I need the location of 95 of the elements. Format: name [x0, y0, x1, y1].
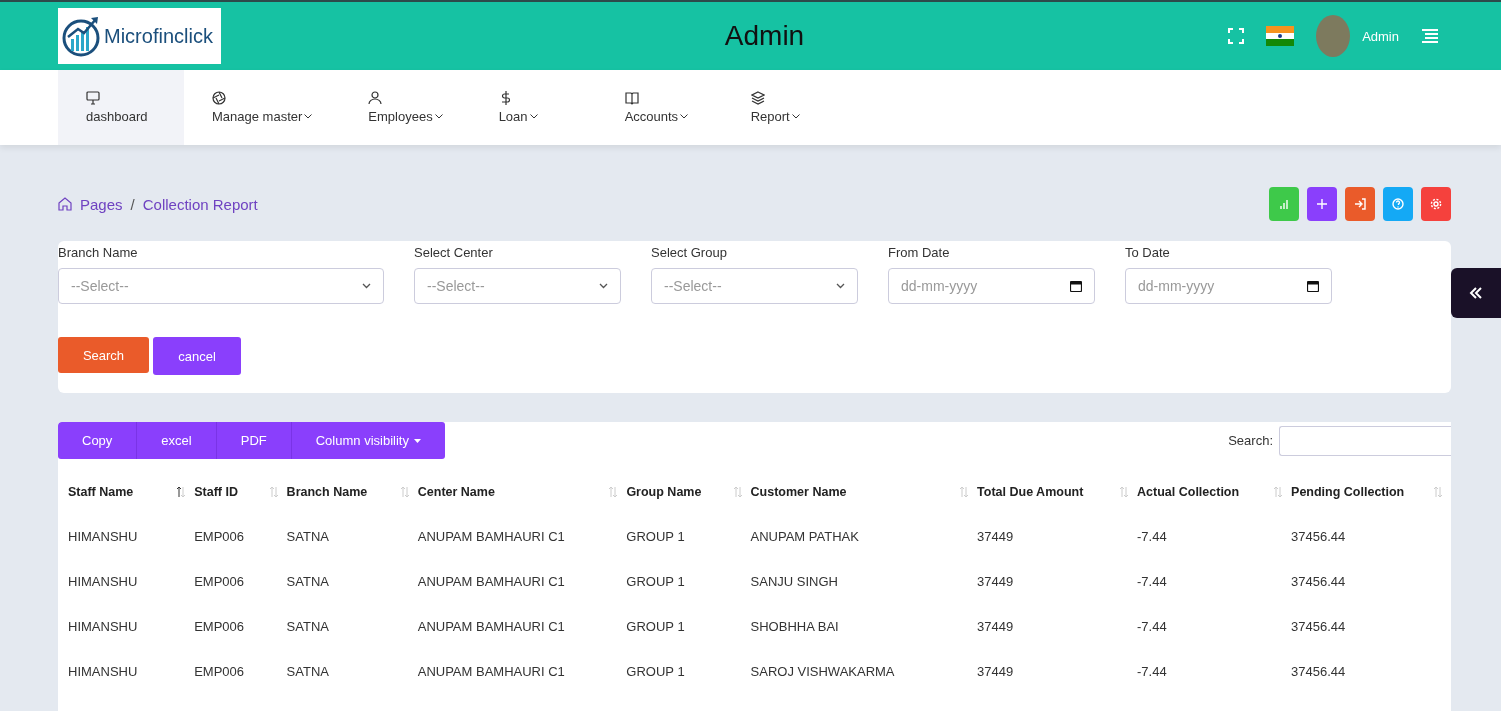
book-icon	[624, 91, 639, 105]
column-header[interactable]: Center Name	[417, 484, 627, 499]
table-cell-text: ANUPAM PATHAK	[750, 529, 860, 544]
breadcrumb-link[interactable]: Collection Report	[142, 195, 258, 213]
table-cell-text: SATNA	[286, 664, 330, 679]
chevron-down-icon	[836, 283, 845, 289]
table-cell-text: EMP006	[194, 574, 246, 589]
table-cell-text: SAROJ VISHWAKARMA	[750, 664, 896, 679]
nav-item[interactable]: dashboard	[58, 70, 184, 145]
user-icon	[368, 91, 383, 105]
table-cell-text: GROUP 1	[626, 619, 686, 634]
table-cell-text: GROUP 1	[626, 574, 686, 589]
table-cell-text: 37456.44	[1291, 574, 1347, 589]
bar-chart-icon	[1278, 198, 1290, 210]
monitor-icon	[86, 91, 100, 105]
login-button[interactable]	[1345, 187, 1375, 221]
table-cell-text: ANUPAM BAMHAURI C1	[417, 574, 566, 589]
nav-item[interactable]: Report	[722, 70, 849, 145]
table-cell-text: HIMANSHU	[68, 664, 139, 679]
column-header[interactable]: Total Due Amount	[977, 484, 1138, 499]
export-button[interactable]: PDF	[216, 422, 292, 459]
table-cell-text: 37456.44	[1291, 619, 1347, 634]
table-cell-text: EMP006	[194, 619, 246, 634]
table-cell-text: EMP006	[194, 664, 246, 679]
column-header[interactable]: Customer Name	[750, 484, 978, 499]
logo[interactable]: Microfinclick	[58, 8, 221, 64]
table-cell-text: 37456.44	[1291, 529, 1347, 544]
column-header[interactable]: Staff ID	[194, 484, 287, 499]
settings-icon	[1430, 198, 1442, 210]
table-cell-text: GROUP 1	[626, 529, 686, 544]
table-cell-text: HIMANSHU	[68, 619, 139, 634]
table-cell-text: ANUPAM BAMHAURI C1	[417, 619, 566, 634]
table-cell-text: 37456.44	[1291, 664, 1347, 679]
nav-item[interactable]: Loan	[470, 70, 597, 145]
table-cell-text: 37449	[977, 574, 1015, 589]
nav-item[interactable]: Employees	[340, 70, 471, 145]
field-label: Branch Name	[58, 245, 139, 260]
layers-icon	[750, 91, 765, 105]
field-label: Select Center	[414, 245, 494, 260]
nav-item[interactable]: Accounts	[596, 70, 723, 145]
table-cell-text: EMP006	[194, 529, 246, 544]
fullscreen-icon[interactable]	[1228, 28, 1245, 44]
settings-button[interactable]	[1421, 187, 1451, 221]
table-cell-text: HIMANSHU	[68, 574, 139, 589]
home-icon[interactable]	[58, 197, 72, 211]
flag-icon[interactable]	[1266, 26, 1295, 46]
login-icon	[1354, 198, 1366, 210]
help-icon	[1392, 198, 1404, 210]
calendar-icon	[1070, 280, 1082, 292]
breadcrumb-link[interactable]: Pages	[80, 195, 123, 213]
cancel-button[interactable]: cancel	[153, 337, 241, 375]
column-header[interactable]: Pending Collection	[1291, 484, 1451, 499]
column-header[interactable]: Branch Name	[286, 484, 418, 499]
column-header[interactable]: Staff Name	[68, 484, 195, 499]
table-cell-text: -7.44	[1137, 529, 1168, 544]
table-cell-text: 37449	[977, 664, 1015, 679]
field-label: Select Group	[651, 245, 728, 260]
table-cell-text: 37449	[977, 619, 1015, 634]
table-cell-text: -7.44	[1137, 574, 1168, 589]
chevron-down-icon	[599, 283, 608, 289]
search-field[interactable]	[1279, 425, 1451, 456]
collapse-button[interactable]	[1451, 268, 1501, 318]
table-cell-text: 37449	[977, 529, 1015, 544]
page-title: Admin	[723, 20, 806, 52]
table-cell-text: SATNA	[286, 574, 330, 589]
table-cell-text: SHOBHHA BAI	[750, 619, 840, 634]
nav-item[interactable]: Manage master	[184, 70, 341, 145]
table-cell-text: -7.44	[1137, 619, 1168, 634]
add-button[interactable]	[1307, 187, 1337, 221]
chart-button[interactable]	[1269, 187, 1299, 221]
table-cell-text: SATNA	[286, 529, 330, 544]
export-button[interactable]: Column visibility	[291, 422, 445, 459]
column-header[interactable]: Actual Collection	[1137, 484, 1292, 499]
table-cell-text: SANJU SINGH	[750, 574, 839, 589]
column-header[interactable]: Group Name	[626, 484, 751, 499]
breadcrumb-separator: /	[130, 195, 135, 213]
help-button[interactable]	[1383, 187, 1413, 221]
calendar-icon	[1307, 280, 1319, 292]
table-cell-text: ANUPAM BAMHAURI C1	[417, 664, 566, 679]
plus-icon	[1316, 198, 1328, 210]
avatar[interactable]	[1316, 15, 1351, 57]
search-label: Search:	[1228, 433, 1273, 448]
export-button[interactable]: excel	[137, 422, 217, 459]
menu-icon[interactable]	[1421, 29, 1439, 43]
field-label: To Date	[1125, 245, 1171, 260]
field-label: From Date	[888, 245, 951, 260]
export-button[interactable]: Copy	[58, 422, 138, 459]
table-cell-text: SATNA	[286, 619, 330, 634]
aperture-icon	[212, 91, 226, 105]
table-cell-text: HIMANSHU	[68, 529, 139, 544]
table-cell-text: ANUPAM BAMHAURI C1	[417, 529, 566, 544]
chevron-down-icon	[362, 283, 371, 289]
table-cell-text: GROUP 1	[626, 664, 686, 679]
table-cell-text: -7.44	[1137, 664, 1168, 679]
double-chevron-left-icon	[1469, 286, 1483, 300]
